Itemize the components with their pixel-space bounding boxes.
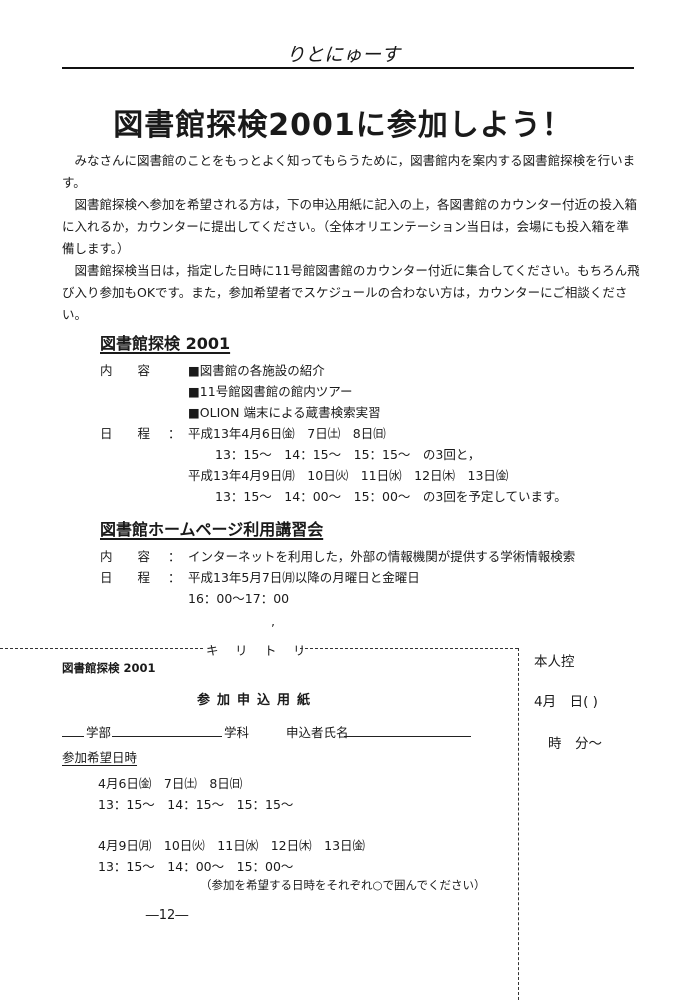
form-note: （参加を希望する日時をそれぞれ○で囲んでください） <box>200 878 486 892</box>
content-label: 内 容 <box>100 363 151 378</box>
content-label: 内 容 <box>100 549 151 564</box>
section-title-tour: 図書館探検 2001 <box>100 334 231 353</box>
schedule-line: 13：15～ 14：15～ 15：15～ の3回と， <box>215 447 481 462</box>
article-title: 図書館探検2001に参加しよう！ <box>113 108 573 143</box>
content-text: インターネットを利用した，外部の情報機関が提供する学術情報検索 <box>188 549 576 564</box>
schedule-line: 平成13年4月9日㈪ 10日㈫ 11日㈬ 12日㈭ 13日㈮ <box>188 468 509 483</box>
form-heading: 参加申込用紙 <box>196 693 317 708</box>
intro-paragraph-2: 図書館探検へ参加を希望される方は，下の申込用紙に記入の上，各図書館のカウンター付… <box>62 197 638 256</box>
schedule-line: 16：00～17：00 <box>188 591 290 606</box>
content-item: ■図書館の各施設の紹介 <box>188 363 325 378</box>
intro-paragraph-3: 図書館探検当日は，指定した日時に11号館図書館のカウンター付近に集合してください… <box>62 263 640 322</box>
applicant-name-blank[interactable] <box>344 736 471 737</box>
schedule-line: 平成13年5月7日㈪以降の月曜日と金曜日 <box>188 570 420 585</box>
schedule-line: 平成13年4月6日㈮ 7日㈯ 8日㈰ <box>188 426 386 441</box>
cut-line-label: キ リ ト リ <box>206 643 308 658</box>
cut-line-right <box>300 648 518 649</box>
form-date-line[interactable]: 4月6日㈮ 7日㈯ 8日㈰ <box>98 773 242 792</box>
preferred-datetime-label: 参加希望日時 <box>62 750 138 765</box>
page-number: ―12― <box>145 908 189 923</box>
stub-time[interactable]: 時 分～ <box>548 732 602 752</box>
schedule-line: 13：15～ 14：00～ 15：00～ の3回を予定しています。 <box>215 489 567 504</box>
form-date-line[interactable]: 4月9日㈪ 10日㈫ 11日㈬ 12日㈭ 13日㈮ <box>98 835 365 854</box>
course-blank[interactable] <box>112 736 222 737</box>
content-item: ■11号館図書館の館内ツアー <box>188 384 353 399</box>
intro-paragraph-1: みなさんに図書館のことをもっとよく知ってもらうために，図書館内を案内する図書館探… <box>62 153 636 190</box>
colon: ： <box>168 570 181 585</box>
colon: ： <box>168 426 181 441</box>
dept-blank[interactable] <box>62 736 84 737</box>
cut-line-vertical <box>518 648 519 1000</box>
section-title-seminar: 図書館ホームページ利用講習会 <box>100 520 324 539</box>
intro-text: みなさんに図書館のことをもっとよく知ってもらうために，図書館内を案内する図書館探… <box>62 150 640 326</box>
newsletter-title: りとにゅーす <box>285 44 400 66</box>
stub-date[interactable]: 4月 日( ) <box>534 690 598 710</box>
form-time-line[interactable]: 13：15～ 14：15～ 15：15～ <box>98 794 293 813</box>
form-time-line[interactable]: 13：15～ 14：00～ 15：00～ <box>98 856 293 875</box>
schedule-label: 日 程 <box>100 426 151 441</box>
form-small-title: 図書館探検 2001 <box>62 661 156 675</box>
content-item: ■OLION 端末による蔵書検索実習 <box>188 405 381 420</box>
course-label: 学科 <box>224 725 250 740</box>
applicant-label: 申込者氏名 <box>286 725 349 740</box>
colon: ： <box>168 549 181 564</box>
dept-label: 学部 <box>86 725 112 740</box>
stub-title: 本人控 <box>534 654 575 670</box>
schedule-label: 日 程 <box>100 570 151 585</box>
header-rule <box>62 67 634 69</box>
cut-line-mark: ’ <box>271 622 275 636</box>
cut-line-left <box>0 648 203 649</box>
